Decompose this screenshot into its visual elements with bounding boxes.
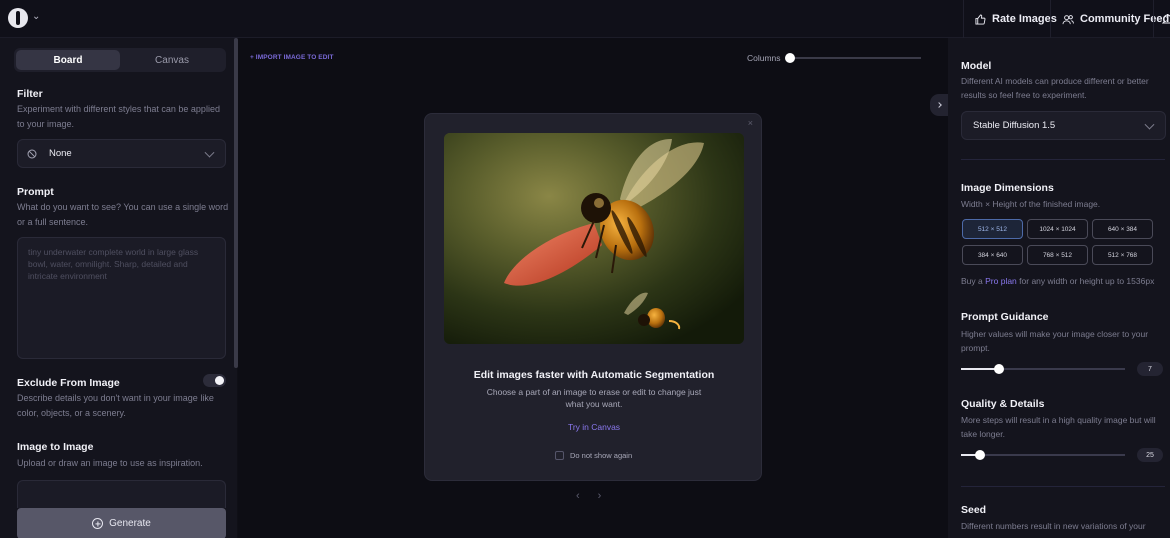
board-area: + IMPORT IMAGE TO EDIT Columns × Edit im… [238,38,948,538]
quality-slider-thumb[interactable] [975,450,985,460]
chevron-down-icon [1144,119,1155,130]
image-upload-area[interactable] [17,480,226,508]
model-description: Different AI models can produce differen… [961,76,1149,100]
right-panel: Model Different AI models can produce di… [948,38,1170,538]
columns-slider-track[interactable] [789,57,921,59]
dimension-option[interactable]: 512 × 768 [1092,245,1153,265]
filter-title: Filter [17,88,43,100]
close-icon[interactable]: × [748,118,753,128]
pro-note-prefix: Buy a [961,276,983,286]
dimensions-description: Width × Height of the finished image. [961,199,1101,209]
prompt-description: What do you want to see? You can use a s… [17,202,229,227]
columns-slider-thumb[interactable] [785,53,795,63]
prompt-title: Prompt [17,186,54,198]
left-panel: Board Canvas Filter Experiment with diff… [0,38,237,538]
guidance-title: Prompt Guidance [961,311,1049,323]
collapse-panel-button[interactable] [930,94,948,116]
filter-select[interactable]: None [17,139,226,168]
seed-title: Seed [961,504,987,516]
checkbox-icon[interactable] [555,451,564,460]
prompt-input[interactable]: tiny underwater complete world in large … [17,237,226,359]
filter-value: None [49,148,72,159]
top-bar: ⌄ Rate Images Community Feed [0,0,1170,38]
model-value: Stable Diffusion 1.5 [973,120,1056,131]
divider [961,486,1165,487]
chevron-down-icon [204,147,215,158]
try-in-canvas-link[interactable]: Try in Canvas [425,422,763,432]
image-to-image-title: Image to Image [17,441,94,453]
rate-images-button[interactable]: Rate Images [975,8,1057,30]
plus-circle-icon [92,518,104,529]
quality-description: More steps will result in a high quality… [961,415,1156,439]
thumbs-up-icon [975,13,986,25]
divider [963,0,964,38]
chevron-down-icon[interactable]: ⌄ [32,12,42,22]
guidance-description: Higher values will make your image close… [961,329,1149,353]
prev-page-button[interactable]: ‹ [576,490,580,502]
divider [1153,0,1154,38]
divider [961,159,1165,160]
pro-note-suffix: for any width or height up to 1536px [1019,276,1155,286]
guidance-value[interactable]: 7 [1137,362,1163,376]
pro-plan-link[interactable]: Pro plan [985,276,1017,286]
pager: ‹ › [576,490,601,502]
app-logo-icon[interactable] [8,8,28,28]
mode-toggle: Board Canvas [14,48,226,72]
quality-title: Quality & Details [961,398,1045,410]
dimension-option[interactable]: 384 × 640 [962,245,1023,265]
import-image-link[interactable]: + IMPORT IMAGE TO EDIT [250,54,334,61]
tab-board[interactable]: Board [16,50,120,70]
exclude-toggle[interactable] [203,374,226,387]
divider [1050,0,1051,38]
segmentation-modal: × Edit images faster with Automatic Segm… [424,113,762,481]
chevron-right-icon [936,102,942,108]
pro-plan-note: Buy a Pro plan for any width or height u… [961,274,1167,288]
bell-icon[interactable] [1162,13,1170,25]
generate-label: Generate [109,518,151,529]
bee-preview-image [444,133,744,344]
exclude-description: Describe details you don't want in your … [17,393,214,418]
dimension-option[interactable]: 1024 × 1024 [1027,219,1088,239]
exclude-title: Exclude From Image [17,377,120,389]
generate-button[interactable]: Generate [17,508,226,538]
columns-label: Columns [747,53,781,63]
model-select[interactable]: Stable Diffusion 1.5 [961,111,1166,140]
community-feed-label: Community Feed [1080,13,1170,25]
no-filter-icon [27,149,37,158]
guidance-slider-thumb[interactable] [994,364,1004,374]
dimension-option[interactable]: 640 × 384 [1092,219,1153,239]
seed-description: Different numbers result in new variatio… [961,521,1146,531]
model-title: Model [961,60,992,72]
quality-slider-track[interactable] [961,454,1125,456]
users-icon [1062,14,1074,24]
bee-illustration [444,133,744,344]
image-to-image-description: Upload or draw an image to use as inspir… [17,458,203,468]
modal-description: Choose a part of an image to erase or ed… [486,387,702,409]
dimension-option[interactable]: 768 × 512 [1027,245,1088,265]
filter-description: Experiment with different styles that ca… [17,104,220,129]
tab-canvas[interactable]: Canvas [120,50,224,70]
quality-value[interactable]: 25 [1137,448,1163,462]
next-page-button[interactable]: › [598,490,602,502]
dimensions-title: Image Dimensions [961,182,1054,194]
do-not-show-checkbox[interactable]: Do not show again [555,451,632,460]
modal-title: Edit images faster with Automatic Segmen… [473,369,715,381]
do-not-show-label: Do not show again [570,451,633,460]
rate-images-label: Rate Images [992,13,1057,25]
dimension-option[interactable]: 512 × 512 [962,219,1023,239]
